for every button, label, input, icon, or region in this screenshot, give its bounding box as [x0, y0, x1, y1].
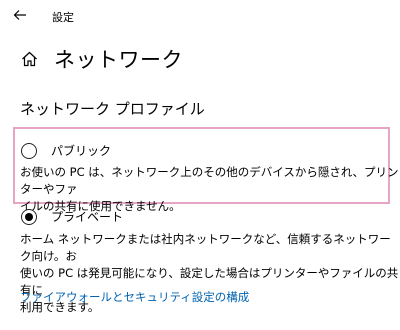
private-option[interactable]: プライベート	[21, 208, 123, 225]
window-title: 設定	[52, 11, 74, 24]
public-radio[interactable]	[21, 142, 37, 159]
section-title: ネットワーク プロファイル	[20, 100, 205, 118]
private-radio[interactable]	[21, 208, 37, 225]
back-arrow-icon	[13, 6, 27, 25]
public-option[interactable]: パブリック	[21, 142, 111, 159]
radio-selected-dot	[25, 212, 33, 221]
page-title: ネットワーク	[54, 48, 183, 72]
public-label: パブリック	[51, 144, 112, 158]
firewall-settings-link[interactable]: ファイアウォールとセキュリティ設定の構成	[20, 289, 249, 305]
private-label: プライベート	[51, 210, 124, 224]
title-bar: 設定	[0, 0, 400, 32]
page-header: ネットワーク	[20, 44, 183, 74]
home-icon[interactable]	[20, 50, 38, 68]
public-description-line: お使いの PC は、ネットワーク上のその他のデバイスから隠され、プリンターやファ	[20, 165, 399, 196]
private-description-line: ホーム ネットワークまたは社内ネットワークなど、信頼するネットワーク向け。お	[20, 232, 391, 263]
back-button[interactable]	[6, 4, 34, 26]
